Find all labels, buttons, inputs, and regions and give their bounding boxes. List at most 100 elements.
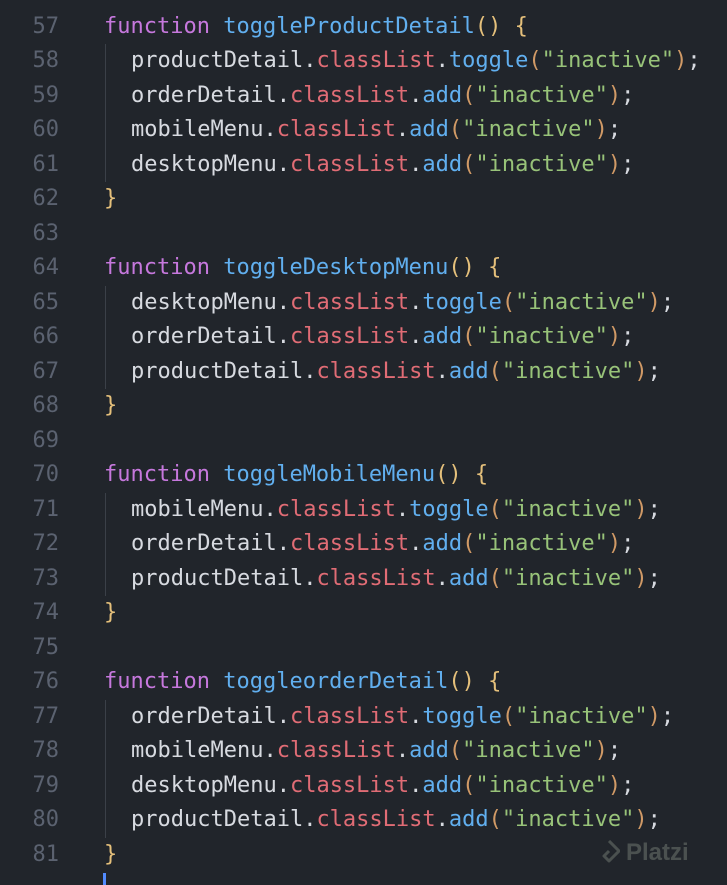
code-text: desktopMenu.classList.add("inactive");	[131, 148, 634, 183]
code-token: "inactive"	[475, 324, 608, 349]
code-token: toggleDesktopMenu	[223, 255, 449, 280]
code-token: ;	[660, 289, 675, 315]
code-line[interactable]: 64 function toggleDesktopMenu() {	[0, 251, 727, 286]
code-line[interactable]: 79 desktopMenu.classList.add("inactive");	[0, 768, 727, 803]
code-token: classList	[289, 324, 410, 349]
code-token: ()	[448, 255, 475, 280]
code-token: "inactive"	[515, 289, 648, 315]
code-token: "inactive"	[475, 151, 608, 177]
code-token: toggle	[422, 703, 502, 729]
line-number: 66	[32, 324, 60, 349]
code-token: ;	[647, 807, 661, 832]
code-text: function toggleProductDetail() {	[104, 10, 528, 45]
code-line[interactable]: 80 productDetail.classList.add("inactive"…	[0, 803, 727, 838]
code-token: (	[462, 772, 476, 798]
code-line[interactable]: 65 desktopMenu.classList.toggle("inactive…	[0, 285, 727, 320]
code-line[interactable]: 76 function toggleorderDetail() {	[0, 665, 727, 700]
code-token: ;	[647, 565, 661, 591]
code-token: "inactive"	[501, 496, 635, 522]
indent-guide	[105, 354, 106, 389]
code-token: }	[104, 600, 118, 625]
code-token: add	[409, 117, 449, 142]
indent-guide	[105, 768, 106, 803]
code-token: add	[448, 565, 489, 591]
code-token: "inactive"	[501, 807, 635, 832]
code-text: productDetail.classList.add("inactive");	[131, 355, 661, 390]
code-line[interactable]: 61 desktopMenu.classList.add("inactive");	[0, 147, 727, 183]
code-token: .	[395, 738, 410, 763]
code-line[interactable]: 77 orderDetail.classList.toggle("inactive…	[0, 699, 727, 735]
code-line[interactable]: 62}	[0, 182, 727, 217]
code-text: function toggleorderDetail() {	[104, 665, 501, 700]
line-number: 71	[32, 496, 60, 522]
code-token: )	[607, 531, 622, 556]
code-token: productDetail	[131, 48, 304, 73]
code-token: .	[276, 772, 290, 798]
code-line[interactable]: 58 productDetail.classList.toggle("inacti…	[0, 44, 727, 79]
code-line[interactable]: 66 orderDetail.classList.add("inactive");	[0, 320, 727, 355]
code-token: .	[276, 703, 290, 729]
code-token: add	[409, 738, 449, 763]
code-text: }	[104, 596, 117, 631]
code-token: .	[276, 289, 290, 315]
code-token: .	[435, 807, 449, 832]
code-text: }	[104, 838, 117, 873]
line-number: 68	[32, 393, 60, 418]
code-token: .	[303, 807, 317, 832]
code-line[interactable]: 71 mobileMenu.classList.toggle("inactive"…	[0, 492, 727, 527]
code-token: )	[634, 807, 648, 832]
code-line[interactable]: 75	[0, 631, 727, 666]
text-cursor	[103, 873, 106, 885]
code-token: .	[409, 531, 423, 556]
code-line[interactable]: 74}	[0, 596, 727, 631]
code-text: mobileMenu.classList.add("inactive");	[131, 734, 621, 769]
code-token: (	[501, 703, 516, 729]
code-line[interactable]: 60 mobileMenu.classList.add("inactive");	[0, 113, 727, 148]
code-line[interactable]: 67 productDetail.classList.add("inactive"…	[0, 354, 727, 390]
code-line[interactable]: 59 orderDetail.classList.add("inactive");	[0, 78, 727, 113]
code-text: orderDetail.classList.add("inactive");	[131, 527, 634, 562]
code-token: classList	[276, 738, 396, 763]
code-token: )	[607, 151, 622, 177]
code-token: {	[474, 462, 489, 487]
code-token: .	[409, 151, 423, 177]
watermark-text: Platzi	[626, 839, 689, 866]
code-text: orderDetail.classList.toggle("inactive")…	[131, 700, 674, 735]
code-text: function toggleMobileMenu() {	[104, 458, 488, 493]
code-token: )	[607, 772, 622, 798]
line-number: 60	[32, 117, 60, 142]
code-line[interactable]: 73 productDetail.classList.add("inactive"…	[0, 561, 727, 596]
code-token: )	[634, 496, 648, 522]
code-text: }	[104, 389, 117, 424]
code-line[interactable]: 72 orderDetail.classList.add("inactive");	[0, 527, 727, 562]
code-token: ;	[647, 358, 661, 384]
code-token: }	[104, 393, 118, 418]
code-token: classList	[276, 117, 396, 142]
code-line[interactable]: 57 function toggleProductDetail() {	[0, 10, 727, 45]
code-token: .	[263, 738, 277, 763]
code-token: ;	[647, 496, 661, 522]
line-number: 64	[32, 255, 60, 280]
code-line[interactable]: 78 mobileMenu.classList.add("inactive");	[0, 734, 727, 769]
code-token: ()	[474, 13, 502, 39]
code-line[interactable]: 68}	[0, 389, 727, 424]
code-token: )	[674, 48, 688, 73]
line-number: 75	[32, 634, 60, 660]
code-token: "inactive"	[501, 565, 635, 591]
code-editor[interactable]: 57 function toggleProductDetail() {58 prod…	[0, 0, 727, 882]
line-number: 67	[32, 358, 60, 384]
code-token: (	[462, 82, 476, 108]
line-number: 79	[32, 772, 60, 798]
code-token: add	[448, 807, 489, 832]
code-line[interactable]: 70 function toggleMobileMenu() {	[0, 458, 727, 493]
code-line[interactable]: 69	[0, 424, 727, 459]
code-token: ;	[621, 772, 635, 798]
code-token: .	[263, 117, 277, 142]
code-line[interactable]: 63	[0, 217, 727, 252]
